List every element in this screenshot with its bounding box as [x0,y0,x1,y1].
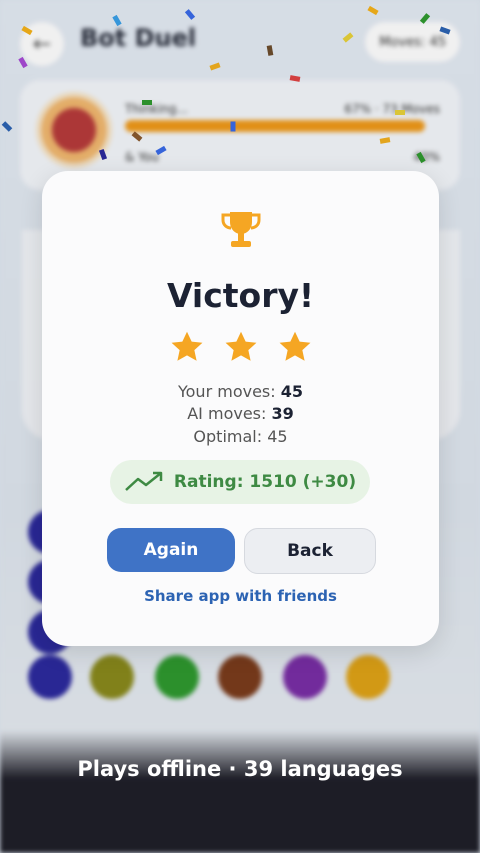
star-icon [225,331,256,361]
rating-badge: Rating: 1510 (+30) [110,460,370,504]
trending-up-icon [125,471,163,491]
optimal-moves: Optimal: 45 [193,427,288,446]
victory-heading: Victory! [166,276,315,315]
star-icon [171,331,202,361]
your-moves-value: 45 [280,382,303,401]
ai-moves-value: 39 [271,404,294,423]
promo-caption: Plays offline · 39 languages [77,757,403,781]
star-rating [42,329,439,365]
share-app-link[interactable]: Share app with friends [42,587,439,605]
your-moves: Your moves: 45 [42,382,439,401]
rating-text: Rating: 1510 (+30) [173,472,357,492]
again-button[interactable]: Again [107,528,235,572]
ai-moves: AI moves: 39 [42,404,439,423]
star-icon [279,331,310,361]
trophy-icon [221,212,261,247]
your-moves-label: Your moves: [177,382,281,401]
ai-moves-label: AI moves: [187,404,272,423]
result-dialog: Victory! Your moves: 45 AI moves: 39 Opt… [42,171,439,646]
back-button[interactable]: Back [244,528,376,574]
